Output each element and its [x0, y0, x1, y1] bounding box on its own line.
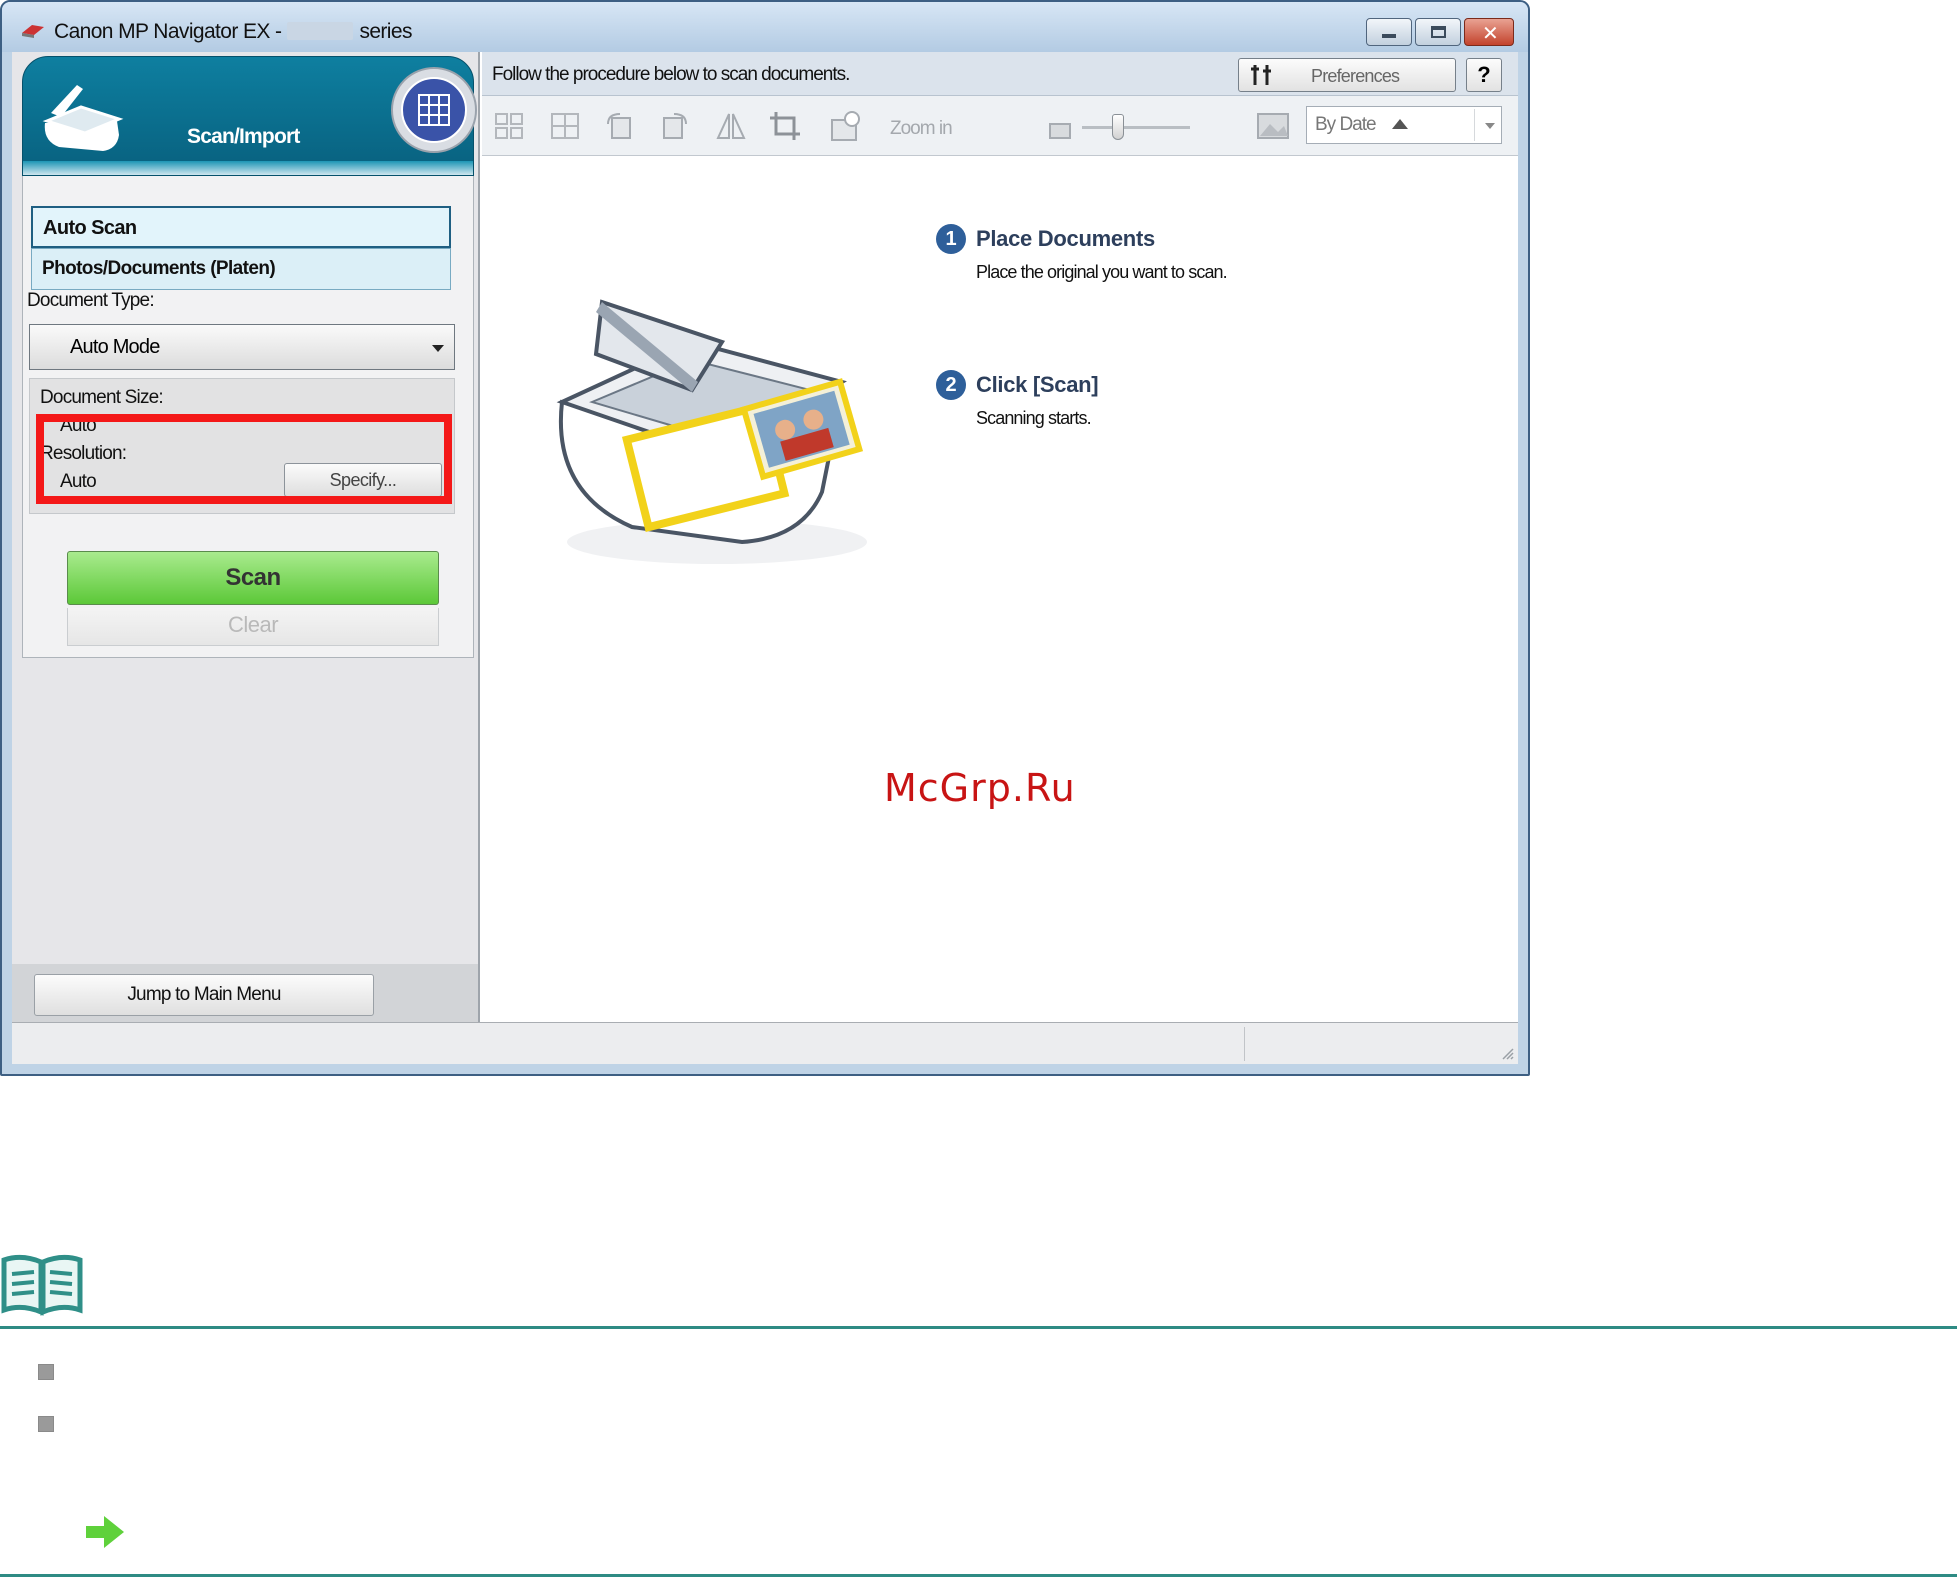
preferences-button[interactable]: Preferences — [1238, 58, 1456, 92]
scanner-icon — [42, 85, 124, 151]
close-icon: ✕ — [1482, 21, 1499, 45]
step-number: 1 — [936, 224, 966, 254]
scan-button[interactable]: Scan — [67, 551, 439, 605]
clear-button[interactable]: Clear — [67, 608, 439, 646]
jump-to-main-menu-button[interactable]: Jump to Main Menu — [34, 974, 374, 1016]
app-icon — [22, 25, 44, 38]
scanner-illustration — [556, 299, 867, 564]
bullet-1 — [38, 1364, 54, 1380]
title-bar[interactable]: Canon MP Navigator EX - series ✕ — [2, 2, 1528, 52]
preferences-label: Preferences — [1311, 66, 1400, 86]
window-controls: ✕ — [1363, 18, 1514, 46]
status-bar — [12, 1022, 1518, 1064]
bullet-2 — [38, 1416, 54, 1432]
scan-import-header: Scan/Import — [22, 56, 477, 176]
redacted-model-name — [287, 22, 354, 40]
toolbar: Zoom in By Date — [482, 96, 1518, 156]
chevron-down-icon — [432, 345, 444, 352]
mirror-icon[interactable] — [714, 110, 748, 142]
chevron-down-icon — [1485, 123, 1495, 129]
thumbnail-size-slider-thumb[interactable] — [1112, 114, 1124, 140]
main-menu-globe-icon[interactable] — [389, 65, 479, 155]
divider — [1474, 109, 1475, 141]
green-arrow-icon[interactable] — [84, 1514, 126, 1550]
select-all-icon[interactable] — [492, 110, 526, 142]
status-divider — [1244, 1027, 1245, 1061]
document-type-label: Document Type: — [27, 290, 155, 311]
small-thumbnail-icon[interactable] — [1048, 114, 1072, 146]
scan-button-highlight — [36, 414, 452, 504]
thumbnail-size-slider-track[interactable] — [1082, 126, 1190, 129]
mode-photos-documents-platen[interactable]: Photos/Documents (Platen) — [31, 248, 451, 290]
maximize-button[interactable] — [1415, 18, 1461, 46]
help-button[interactable]: ? — [1466, 58, 1502, 92]
window-title: Canon MP Navigator EX - series — [54, 20, 412, 43]
rotate-left-icon[interactable] — [602, 110, 636, 142]
app-window: Canon MP Navigator EX - series ✕ Scan/Imp… — [0, 0, 1530, 1076]
resize-grip-icon[interactable] — [1500, 1046, 1514, 1060]
mode-auto-scan[interactable]: Auto Scan — [31, 206, 451, 248]
large-thumbnail-icon[interactable] — [1256, 110, 1290, 142]
document-type-select[interactable]: Auto Mode — [29, 324, 455, 370]
step-title: Place Documents — [976, 226, 1155, 251]
client-area: Scan/Import Auto Scan Photos/Documents (… — [12, 52, 1518, 1064]
note-top-rule — [0, 1326, 1957, 1329]
maximize-icon — [1431, 26, 1446, 38]
minimize-icon — [1382, 34, 1396, 38]
document-type-value: Auto Mode — [70, 336, 160, 358]
instruction-bar: Follow the procedure below to scan docum… — [482, 52, 1518, 96]
sort-value: By Date — [1315, 114, 1377, 135]
preferences-icon — [1251, 65, 1271, 85]
document-size-label: Document Size: — [40, 387, 164, 408]
rotate-right-icon[interactable] — [658, 110, 692, 142]
watermark: McGrp.Ru — [884, 766, 1076, 810]
step-description: Scanning starts. — [976, 408, 1092, 428]
minimize-button[interactable] — [1366, 18, 1412, 46]
zoom-in-label[interactable]: Zoom in — [890, 118, 953, 140]
crop-icon[interactable] — [768, 110, 802, 142]
instruction-text: Follow the procedure below to scan docum… — [492, 64, 850, 85]
left-pane: Scan/Import Auto Scan Photos/Documents (… — [12, 52, 480, 1022]
right-pane: Follow the procedure below to scan docum… — [482, 52, 1518, 1022]
note-bottom-rule — [0, 1574, 1957, 1577]
sort-order-select[interactable]: By Date — [1306, 106, 1502, 144]
step-description: Place the original you want to scan. — [976, 262, 1228, 282]
note-book-icon — [1, 1254, 83, 1316]
section-title: Scan/Import — [187, 125, 300, 148]
sort-ascending-icon — [1391, 119, 1408, 129]
deselect-all-icon[interactable] — [548, 110, 582, 142]
step-number: 2 — [936, 370, 966, 400]
zoom-in-icon[interactable] — [830, 110, 864, 142]
close-button[interactable]: ✕ — [1464, 18, 1514, 46]
step-title: Click [Scan] — [976, 372, 1099, 397]
